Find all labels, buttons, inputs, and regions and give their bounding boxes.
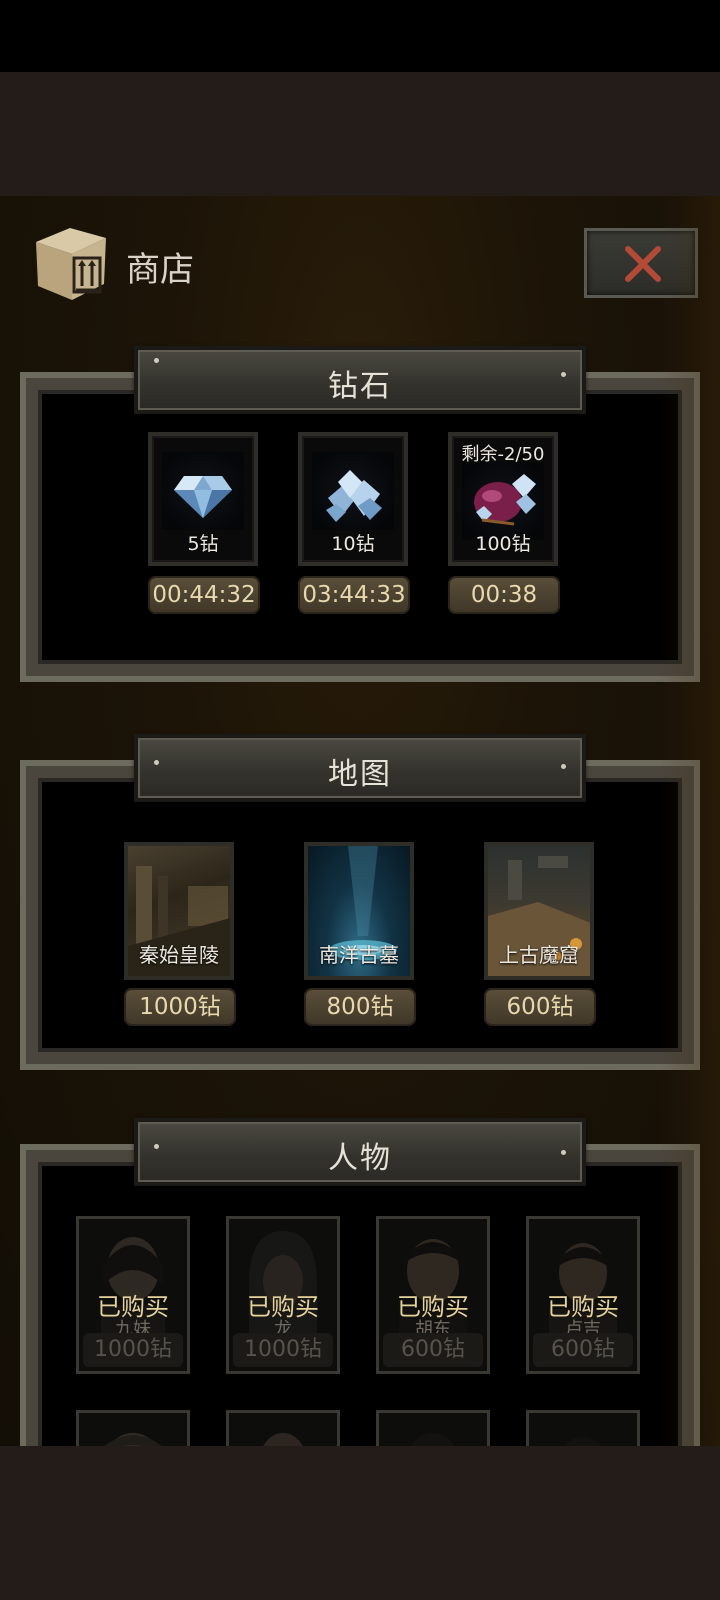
character-card[interactable]: 已购买 九妹 1000钻 [76, 1216, 190, 1374]
shop-title: 商店 [126, 250, 194, 290]
diamond-bag-icon [474, 474, 536, 526]
character-section-title: 人物 [328, 1141, 392, 1176]
box-icon [36, 228, 106, 300]
map-card-shanggu[interactable]: 上古魔窟 [484, 842, 594, 980]
character-card[interactable] [376, 1410, 490, 1446]
character-price: 600钻 [383, 1333, 483, 1367]
diamond-section-title: 钻石 [328, 369, 392, 404]
map-name: 南洋古墓 [319, 943, 399, 967]
diamond-section-header: 钻石 [134, 346, 586, 414]
map-price[interactable]: 600钻 [484, 988, 596, 1026]
close-x-icon [625, 246, 661, 282]
diamond-item-label: 10钻 [331, 533, 375, 555]
diamond-item-label: 100钻 [475, 533, 531, 555]
diamond-single-icon [174, 476, 232, 518]
character-card[interactable]: 已购买 胡东 600钻 [376, 1216, 490, 1374]
character-card[interactable] [526, 1410, 640, 1446]
diamond-timer: 00:38 [448, 576, 560, 614]
diamond-timer: 03:44:33 [298, 576, 410, 614]
character-price: 1000钻 [233, 1333, 333, 1367]
character-price: 600钻 [533, 1333, 633, 1367]
close-button[interactable] [584, 228, 698, 298]
navigation-bar-area [0, 1446, 720, 1600]
map-card-nanyang[interactable]: 南洋古墓 [304, 842, 414, 980]
map-name: 上古魔窟 [499, 943, 579, 967]
map-section-header: 地图 [134, 734, 586, 802]
status-bar [0, 0, 720, 72]
map-card-qinshihuang[interactable]: 秦始皇陵 [124, 842, 234, 980]
character-portrait [104, 1433, 162, 1446]
map-price[interactable]: 800钻 [304, 988, 416, 1026]
character-portrait [263, 1433, 303, 1446]
remaining-count: 剩余-2/50 [461, 444, 545, 465]
character-card[interactable]: 已购买 卢吉 600钻 [526, 1216, 640, 1374]
character-portrait [411, 1433, 455, 1446]
map-price[interactable]: 1000钻 [124, 988, 236, 1026]
character-portrait [565, 1437, 601, 1446]
diamond-timer: 00:44:32 [148, 576, 260, 614]
character-card[interactable] [76, 1410, 190, 1446]
character-price: 1000钻 [83, 1333, 183, 1367]
character-card[interactable]: 已购买 龙 1000钻 [226, 1216, 340, 1374]
shop-window: 商店 钻石 5钻 00:44:32 10钻 03:44:33 剩余-2/50 1… [0, 196, 720, 1446]
diamond-item-100[interactable]: 剩余-2/50 100钻 [448, 432, 558, 566]
map-section-title: 地图 [328, 757, 392, 792]
character-section-header: 人物 [134, 1118, 586, 1186]
diamond-item-label: 5钻 [187, 533, 219, 555]
diamond-pile-icon [326, 470, 382, 522]
diamond-item-5[interactable]: 5钻 [148, 432, 258, 566]
diamond-item-10[interactable]: 10钻 [298, 432, 408, 566]
character-card[interactable] [226, 1410, 340, 1446]
map-name: 秦始皇陵 [139, 943, 219, 967]
